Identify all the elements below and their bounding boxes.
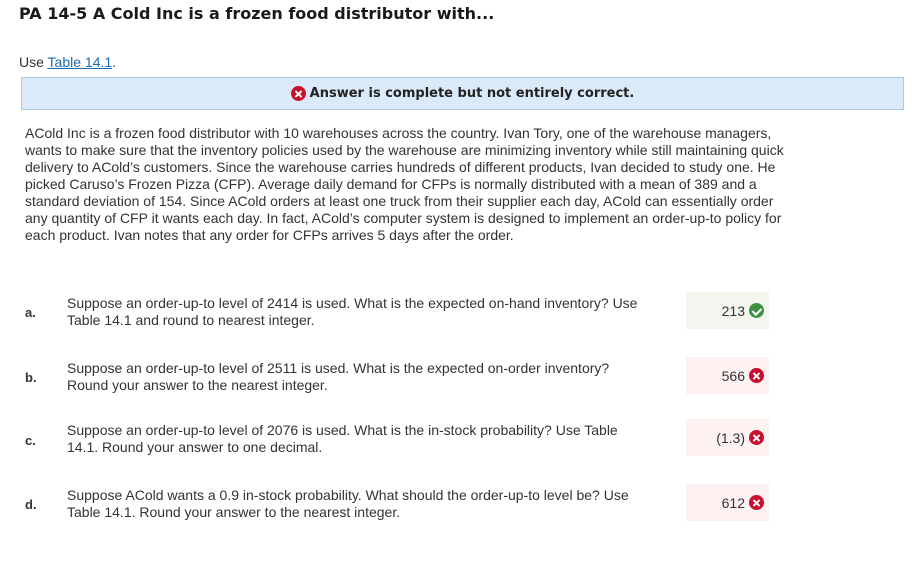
answer-c-field[interactable]: (1.3): [686, 419, 769, 456]
x-circle-icon: [749, 368, 764, 383]
question-c-letter: c.: [25, 433, 36, 448]
answer-a-value: 213: [721, 302, 745, 319]
question-d-letter: d.: [25, 497, 37, 512]
answer-b-value: 566: [721, 367, 745, 384]
page-title: PA 14-5 A Cold Inc is a frozen food dist…: [19, 4, 495, 23]
question-b-text: Suppose an order-up-to level of 2511 is …: [67, 360, 610, 393]
instruction-suffix: .: [112, 54, 117, 70]
answer-c-value: (1.3): [716, 429, 745, 446]
answer-d-value: 612: [721, 494, 745, 511]
banner-message: Answer is complete but not entirely corr…: [309, 86, 635, 101]
x-circle-icon: [749, 495, 764, 510]
x-circle-icon: [290, 86, 306, 101]
check-circle-icon: [749, 303, 764, 318]
question-b-letter: b.: [25, 370, 37, 385]
result-banner: Answer is complete but not entirely corr…: [21, 77, 904, 110]
answer-d-field[interactable]: 612: [686, 484, 769, 521]
answer-a-field[interactable]: 213: [686, 292, 769, 329]
x-circle-icon: [749, 430, 764, 445]
question-d-text: Suppose ACold wants a 0.9 in-stock proba…: [67, 487, 629, 520]
instruction-line: Use Table 14.1.: [19, 54, 116, 70]
question-a-letter: a.: [25, 305, 36, 320]
answer-b-field[interactable]: 566: [686, 357, 769, 394]
question-a-text: Suppose an order-up-to level of 2414 is …: [67, 295, 638, 328]
question-c-text: Suppose an order-up-to level of 2076 is …: [67, 422, 618, 455]
table-14-1-link[interactable]: Table 14.1: [48, 54, 113, 70]
problem-statement: ACold Inc is a frozen food distributor w…: [25, 125, 784, 243]
instruction-prefix: Use: [19, 54, 48, 70]
